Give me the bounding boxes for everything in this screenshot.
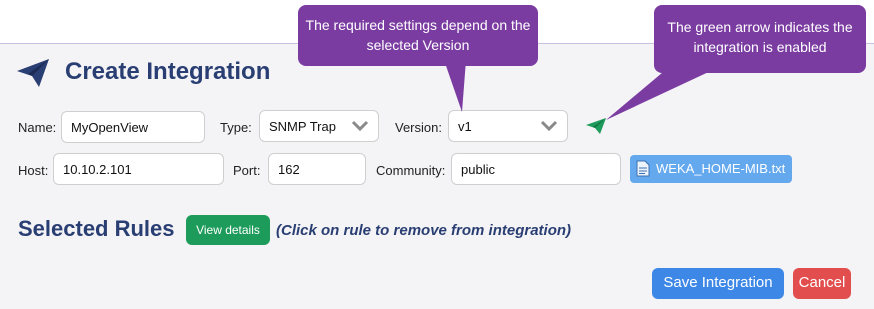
page-title: Create Integration (65, 58, 271, 85)
mib-file-link[interactable]: WEKA_HOME-MIB.txt (630, 155, 792, 183)
document-icon (636, 160, 650, 177)
enabled-callout: The green arrow indicates the integratio… (654, 5, 866, 73)
name-label: Name: (18, 120, 57, 135)
callout-pointer (444, 60, 466, 112)
view-details-button[interactable]: View details (186, 215, 270, 245)
chevron-down-icon (540, 120, 558, 132)
chevron-down-icon (351, 120, 369, 132)
host-label: Host: (18, 163, 49, 178)
port-field[interactable]: 162 (268, 153, 366, 185)
paper-plane-icon (17, 59, 49, 87)
selected-rules-title: Selected Rules (18, 216, 175, 241)
cancel-button[interactable]: Cancel (793, 268, 851, 299)
name-field[interactable]: MyOpenView (61, 111, 205, 143)
community-field[interactable]: public (451, 153, 621, 185)
version-label: Version: (395, 120, 442, 135)
save-integration-button[interactable]: Save Integration (652, 268, 784, 299)
version-select-value: v1 (458, 119, 472, 134)
host-field[interactable]: 10.10.2.101 (53, 153, 224, 185)
type-label: Type: (220, 120, 252, 135)
mib-file-name: WEKA_HOME-MIB.txt (656, 161, 786, 176)
rules-hint: (Click on rule to remove from integratio… (276, 222, 572, 239)
type-select-value: SNMP Trap (269, 119, 336, 134)
community-label: Community: (376, 163, 446, 178)
type-select[interactable]: SNMP Trap (259, 110, 379, 142)
version-callout: The required settings depend on the sele… (298, 5, 538, 66)
port-label: Port: (233, 163, 261, 178)
